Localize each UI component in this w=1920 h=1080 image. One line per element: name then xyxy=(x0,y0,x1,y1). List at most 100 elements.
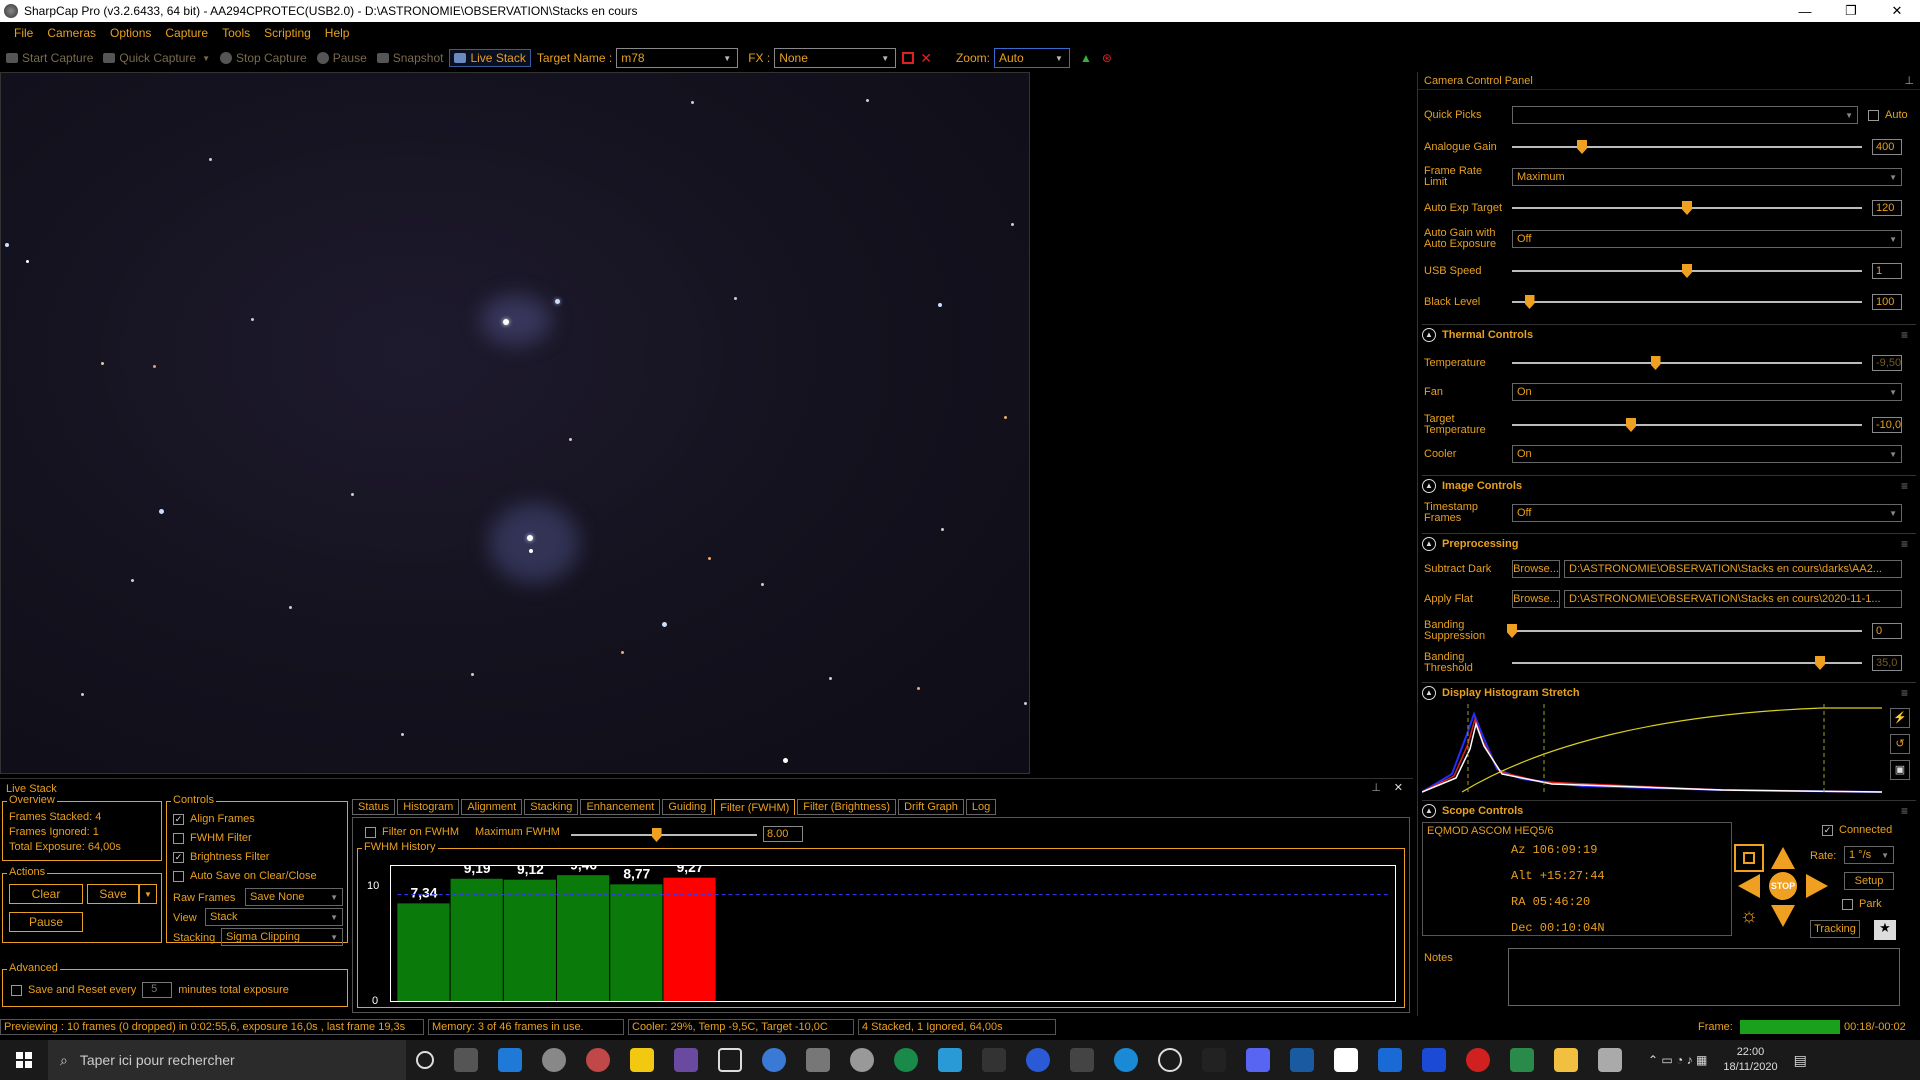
fan-select[interactable]: On ▼ xyxy=(1512,383,1902,401)
max-fwhm-value[interactable]: 8.00 xyxy=(763,826,803,842)
minutes-stepper[interactable]: 5 xyxy=(142,982,173,998)
preprocessing-header[interactable]: ▲ Preprocessing ≡ xyxy=(1422,533,1916,553)
frame-rate-select[interactable]: Maximum ▼ xyxy=(1512,168,1902,186)
reset-icon[interactable]: ↺ xyxy=(1890,734,1910,754)
raw-frames-select[interactable]: Save None ▼ xyxy=(245,888,343,906)
arrow-right-icon[interactable] xyxy=(1802,872,1832,900)
crosshair-icon[interactable]: ✕ xyxy=(920,50,932,67)
cortana-icon[interactable] xyxy=(416,1051,434,1069)
sun-icon[interactable]: ☼ xyxy=(1734,902,1764,930)
pin-icon[interactable]: ⊥ xyxy=(1904,74,1914,87)
collapse-icon[interactable]: ▲ xyxy=(1422,327,1436,342)
menu-icon[interactable]: ≡ xyxy=(1901,537,1908,551)
save-button[interactable]: Save xyxy=(87,884,139,904)
banding-suppression-slider[interactable] xyxy=(1507,624,1862,638)
start-capture-button[interactable]: Start Capture xyxy=(6,51,93,65)
live-stack-button[interactable]: Live Stack xyxy=(449,49,531,67)
star-icon[interactable]: ★ xyxy=(1874,920,1896,940)
chevron-down-icon[interactable]: ▼ xyxy=(139,884,157,904)
apply-flat-browse-button[interactable]: Browse... xyxy=(1512,590,1560,608)
app-icon[interactable] xyxy=(894,1048,918,1072)
fwhm-filter-checkbox[interactable] xyxy=(173,832,184,844)
snapshot-button[interactable]: Snapshot xyxy=(376,51,443,65)
brightness-filter-checkbox[interactable]: ✓ xyxy=(173,851,184,863)
tab-histogram[interactable]: Histogram xyxy=(397,799,460,815)
histogram-header[interactable]: ▲ Display Histogram Stretch ≡ xyxy=(1422,682,1916,702)
slider-thumb[interactable] xyxy=(1650,356,1661,370)
scope-controls-header[interactable]: ▲ Scope Controls ≡ xyxy=(1422,800,1916,820)
tab-guiding[interactable]: Guiding xyxy=(662,799,713,815)
maximize-button[interactable]: ❐ xyxy=(1828,0,1874,22)
arrow-up-icon[interactable] xyxy=(1768,844,1798,872)
usb-speed-slider[interactable] xyxy=(1512,264,1862,278)
discord-icon[interactable] xyxy=(1246,1048,1270,1072)
menu-options[interactable]: Options xyxy=(110,26,151,40)
black-level-slider[interactable] xyxy=(1512,295,1862,309)
app-icon[interactable] xyxy=(1422,1048,1446,1072)
arrow-left-icon[interactable] xyxy=(1734,872,1764,900)
tab-drift-graph[interactable]: Drift Graph xyxy=(898,799,964,815)
app-icon[interactable] xyxy=(1378,1048,1402,1072)
banding-suppression-value[interactable]: 0 xyxy=(1872,623,1902,639)
notification-icon[interactable]: ▤ xyxy=(1794,1052,1807,1069)
app-icon[interactable] xyxy=(1510,1048,1534,1072)
tab-filter-brightness[interactable]: Filter (Brightness) xyxy=(797,799,897,815)
slack-icon[interactable] xyxy=(674,1048,698,1072)
tab-filter-fwhm[interactable]: Filter (FWHM) xyxy=(714,799,796,815)
menu-tools[interactable]: Tools xyxy=(222,26,250,40)
file-explorer-icon[interactable] xyxy=(1554,1048,1578,1072)
camera-preview-image[interactable] xyxy=(0,72,1030,774)
windows-start-icon[interactable] xyxy=(0,1040,48,1080)
park-checkbox-row[interactable]: Park xyxy=(1842,898,1882,910)
banding-threshold-slider[interactable] xyxy=(1512,656,1862,670)
settings-icon[interactable] xyxy=(542,1048,566,1072)
menu-file[interactable]: File xyxy=(14,26,33,40)
app-icon[interactable] xyxy=(718,1048,742,1072)
image-controls-header[interactable]: ▲ Image Controls ≡ xyxy=(1422,475,1916,495)
connected-checkbox-row[interactable]: ✓ Connected xyxy=(1822,824,1892,836)
fwhm-history-chart[interactable]: 7,34 9,19 9,12 9,46 8,77 9,27 xyxy=(390,865,1396,1002)
connected-checkbox[interactable]: ✓ xyxy=(1822,824,1833,836)
analogue-gain-value[interactable]: 400 xyxy=(1872,139,1902,155)
temperature-slider[interactable] xyxy=(1512,356,1862,370)
slider-thumb[interactable] xyxy=(1815,656,1825,670)
sticky-notes-icon[interactable] xyxy=(630,1048,654,1072)
max-fwhm-slider[interactable] xyxy=(571,828,757,842)
view-select[interactable]: Stack ▼ xyxy=(205,908,343,926)
slider-thumb[interactable] xyxy=(1682,264,1692,278)
slider-thumb[interactable] xyxy=(1524,295,1535,309)
black-level-value[interactable]: 100 xyxy=(1872,294,1902,310)
histogram-icon[interactable]: ▲ xyxy=(1080,51,1092,65)
tracking-button[interactable]: Tracking xyxy=(1810,920,1860,938)
slider-thumb[interactable] xyxy=(651,828,662,842)
app-icon[interactable] xyxy=(1466,1048,1490,1072)
usb-speed-value[interactable]: 1 xyxy=(1872,263,1902,279)
align-frames-checkbox[interactable]: ✓ xyxy=(173,813,184,825)
stacking-select[interactable]: Sigma Clipping ▼ xyxy=(221,928,343,946)
zoom-select[interactable]: Auto ▼ xyxy=(993,48,1070,68)
clear-button[interactable]: Clear xyxy=(9,884,83,904)
auto-exp-value[interactable]: 120 xyxy=(1872,200,1902,216)
app-icon[interactable] xyxy=(1026,1048,1050,1072)
histogram-plot[interactable] xyxy=(1422,704,1882,794)
taskbar-search[interactable]: ⌕ Taper ici pour rechercher xyxy=(48,1040,406,1080)
stop-capture-button[interactable]: Stop Capture xyxy=(220,51,307,65)
collapse-icon[interactable]: ▲ xyxy=(1422,536,1436,551)
apply-flat-path[interactable]: D:\ASTRONOMIE\OBSERVATION\Stacks en cour… xyxy=(1564,590,1902,608)
menu-icon[interactable]: ≡ xyxy=(1901,686,1908,700)
edge-icon[interactable] xyxy=(1114,1048,1138,1072)
focus-icon[interactable]: ⊛ xyxy=(1102,51,1112,65)
menu-cameras[interactable]: Cameras xyxy=(47,26,96,40)
filter-on-fwhm-checkbox[interactable] xyxy=(365,826,376,838)
pin-icon[interactable]: ⊥ xyxy=(1371,781,1381,794)
close-button[interactable]: ✕ xyxy=(1874,0,1920,22)
menu-icon[interactable]: ≡ xyxy=(1901,804,1908,818)
pause-button[interactable]: Pause xyxy=(316,51,367,65)
menu-icon[interactable]: ≡ xyxy=(1901,479,1908,493)
cooler-select[interactable]: On ▼ xyxy=(1512,445,1902,463)
collapse-icon[interactable]: ▲ xyxy=(1422,803,1436,818)
pause-stack-button[interactable]: Pause xyxy=(9,912,83,932)
auto-save-checkbox[interactable] xyxy=(173,870,184,882)
minimize-button[interactable]: — xyxy=(1782,0,1828,22)
tab-alignment[interactable]: Alignment xyxy=(461,799,523,815)
